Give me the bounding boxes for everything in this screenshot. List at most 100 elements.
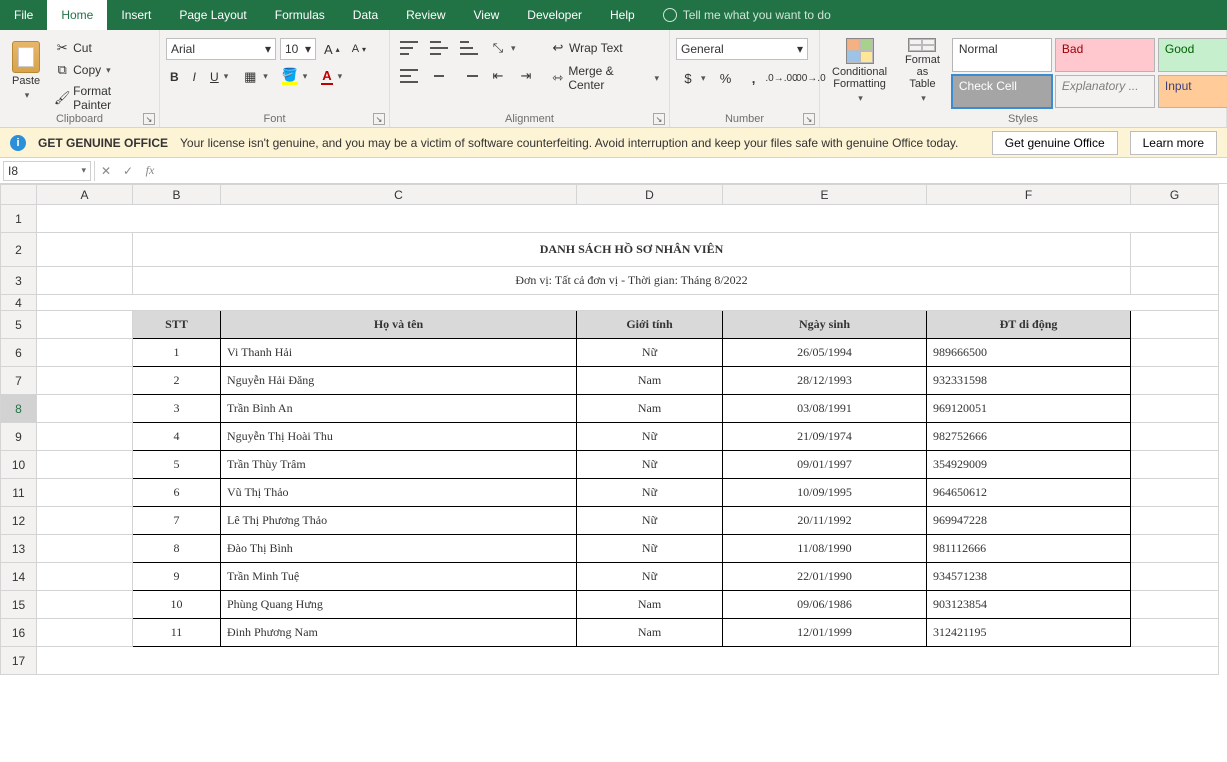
cell-phone[interactable]: 932331598 bbox=[927, 367, 1131, 395]
row-header[interactable]: 1 bbox=[1, 205, 37, 233]
learn-more-button[interactable]: Learn more bbox=[1130, 131, 1217, 155]
font-color-button[interactable]: A bbox=[317, 66, 346, 87]
enter-formula-button[interactable]: ✓ bbox=[117, 164, 139, 178]
tab-file[interactable]: File bbox=[0, 0, 47, 30]
cell-name[interactable]: Trần Minh Tuệ bbox=[221, 563, 577, 591]
cell-dob[interactable]: 20/11/1992 bbox=[723, 507, 927, 535]
row-header[interactable]: 2 bbox=[1, 233, 37, 267]
cell-dob[interactable]: 09/06/1986 bbox=[723, 591, 927, 619]
tab-data[interactable]: Data bbox=[339, 0, 392, 30]
row-header[interactable]: 17 bbox=[1, 647, 37, 675]
row-header[interactable]: 11 bbox=[1, 479, 37, 507]
cell-style-good[interactable]: Good bbox=[1158, 38, 1227, 72]
column-header-A[interactable]: A bbox=[37, 185, 133, 205]
accounting-format-button[interactable]: $ bbox=[676, 68, 710, 88]
cell-stt[interactable]: 1 bbox=[133, 339, 221, 367]
row-header[interactable]: 14 bbox=[1, 563, 37, 591]
tab-help[interactable]: Help bbox=[596, 0, 649, 30]
align-middle-button[interactable] bbox=[426, 39, 452, 57]
cell-style-normal[interactable]: Normal bbox=[952, 38, 1052, 72]
table-header-phone[interactable]: ĐT di động bbox=[927, 311, 1131, 339]
shrink-font-button[interactable]: A▾ bbox=[348, 41, 370, 57]
tab-developer[interactable]: Developer bbox=[513, 0, 596, 30]
column-header-F[interactable]: F bbox=[927, 185, 1131, 205]
cell-dob[interactable]: 03/08/1991 bbox=[723, 395, 927, 423]
select-all-button[interactable] bbox=[1, 185, 37, 205]
cell-gender[interactable]: Nữ bbox=[577, 479, 723, 507]
cell-name[interactable]: Lê Thị Phương Thảo bbox=[221, 507, 577, 535]
cell-name[interactable]: Phùng Quang Hưng bbox=[221, 591, 577, 619]
cell-gender[interactable]: Nữ bbox=[577, 451, 723, 479]
cell-gender[interactable]: Nữ bbox=[577, 563, 723, 591]
fill-color-button[interactable]: 🪣 bbox=[278, 67, 312, 87]
cell-phone[interactable]: 989666500 bbox=[927, 339, 1131, 367]
cell-name[interactable]: Vi Thanh Hải bbox=[221, 339, 577, 367]
cell-name[interactable]: Đinh Phương Nam bbox=[221, 619, 577, 647]
tab-page-layout[interactable]: Page Layout bbox=[165, 0, 260, 30]
number-dialog-launcher[interactable]: ↘ bbox=[803, 113, 815, 125]
font-size-combo[interactable]: 10▾ bbox=[280, 38, 316, 60]
cell-stt[interactable]: 11 bbox=[133, 619, 221, 647]
increase-decimal-button[interactable]: .0→.00 bbox=[770, 68, 794, 88]
row-header[interactable]: 15 bbox=[1, 591, 37, 619]
row-header[interactable]: 9 bbox=[1, 423, 37, 451]
cell-stt[interactable]: 5 bbox=[133, 451, 221, 479]
align-center-button[interactable] bbox=[426, 67, 452, 85]
orientation-button[interactable]: ⤡ bbox=[486, 38, 520, 58]
table-header-dob[interactable]: Ngày sinh bbox=[723, 311, 927, 339]
cell-phone[interactable]: 964650612 bbox=[927, 479, 1131, 507]
tab-view[interactable]: View bbox=[460, 0, 514, 30]
decrease-indent-button[interactable]: ⇤ bbox=[486, 66, 510, 86]
underline-button[interactable]: U bbox=[206, 68, 232, 86]
font-name-combo[interactable]: Arial▾ bbox=[166, 38, 276, 60]
worksheet-grid[interactable]: A B C D E F G 1 2DANH SÁCH HỒ SƠ NHÂN VI… bbox=[0, 184, 1227, 675]
cell-stt[interactable]: 7 bbox=[133, 507, 221, 535]
row-header[interactable]: 10 bbox=[1, 451, 37, 479]
row-header[interactable]: 12 bbox=[1, 507, 37, 535]
cell-style-check-cell[interactable]: Check Cell bbox=[952, 75, 1052, 109]
cell-gender[interactable]: Nam bbox=[577, 367, 723, 395]
tab-home[interactable]: Home bbox=[47, 0, 107, 30]
number-format-combo[interactable]: General▾ bbox=[676, 38, 808, 60]
row-header[interactable]: 7 bbox=[1, 367, 37, 395]
cell-stt[interactable]: 2 bbox=[133, 367, 221, 395]
alignment-dialog-launcher[interactable]: ↘ bbox=[653, 113, 665, 125]
get-genuine-office-button[interactable]: Get genuine Office bbox=[992, 131, 1118, 155]
cell-stt[interactable]: 4 bbox=[133, 423, 221, 451]
column-header-C[interactable]: C bbox=[221, 185, 577, 205]
clipboard-dialog-launcher[interactable]: ↘ bbox=[143, 113, 155, 125]
increase-indent-button[interactable]: ⇥ bbox=[514, 66, 538, 86]
cell-dob[interactable]: 09/01/1997 bbox=[723, 451, 927, 479]
font-dialog-launcher[interactable]: ↘ bbox=[373, 113, 385, 125]
cell-name[interactable]: Nguyễn Thị Hoài Thu bbox=[221, 423, 577, 451]
align-bottom-button[interactable] bbox=[456, 39, 482, 57]
grow-font-button[interactable]: A▴ bbox=[320, 40, 344, 59]
column-header-E[interactable]: E bbox=[723, 185, 927, 205]
cell-dob[interactable]: 26/05/1994 bbox=[723, 339, 927, 367]
row-header[interactable]: 6 bbox=[1, 339, 37, 367]
cell-name[interactable]: Nguyễn Hải Đăng bbox=[221, 367, 577, 395]
row-header[interactable]: 4 bbox=[1, 295, 37, 311]
name-box[interactable]: I8▾ bbox=[3, 161, 91, 181]
row-header[interactable]: 16 bbox=[1, 619, 37, 647]
cut-button[interactable]: ✂Cut bbox=[50, 38, 153, 58]
align-right-button[interactable] bbox=[456, 67, 482, 85]
cell-gender[interactable]: Nữ bbox=[577, 423, 723, 451]
cell-style-bad[interactable]: Bad bbox=[1055, 38, 1155, 72]
copy-button[interactable]: ⧉Copy bbox=[50, 60, 153, 80]
conditional-formatting-button[interactable]: Conditional Formatting bbox=[826, 34, 893, 108]
cell-stt[interactable]: 10 bbox=[133, 591, 221, 619]
cell-style-input[interactable]: Input bbox=[1158, 75, 1227, 109]
align-top-button[interactable] bbox=[396, 39, 422, 57]
row-header[interactable]: 13 bbox=[1, 535, 37, 563]
table-header-stt[interactable]: STT bbox=[133, 311, 221, 339]
cell-gender[interactable]: Nam bbox=[577, 619, 723, 647]
cell-style-explanatory[interactable]: Explanatory ... bbox=[1055, 75, 1155, 109]
cell-phone[interactable]: 354929009 bbox=[927, 451, 1131, 479]
column-header-D[interactable]: D bbox=[577, 185, 723, 205]
percent-button[interactable]: % bbox=[714, 68, 738, 88]
cell-gender[interactable]: Nữ bbox=[577, 339, 723, 367]
sheet-title[interactable]: DANH SÁCH HỒ SƠ NHÂN VIÊN bbox=[133, 233, 1131, 267]
cell-phone[interactable]: 969120051 bbox=[927, 395, 1131, 423]
cell-dob[interactable]: 28/12/1993 bbox=[723, 367, 927, 395]
